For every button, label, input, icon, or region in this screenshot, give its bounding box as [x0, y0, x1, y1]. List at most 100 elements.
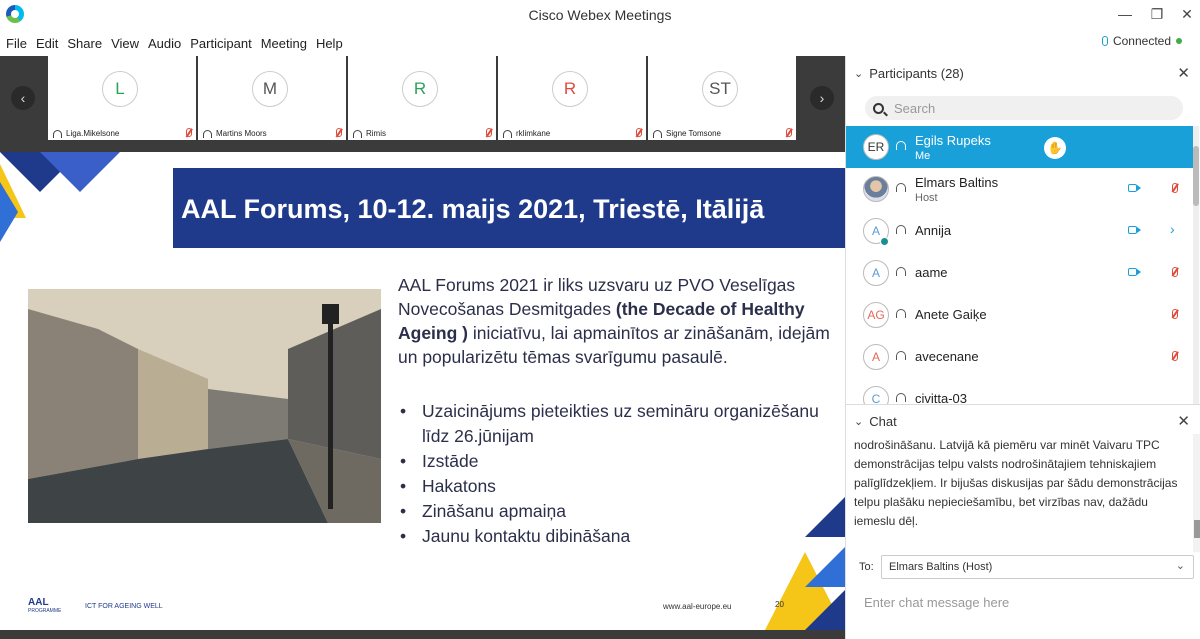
headset-icon	[53, 129, 62, 138]
slide-deco-triangle	[805, 497, 845, 537]
menu-participant[interactable]: Participant	[190, 36, 251, 51]
participant-row[interactable]: Aavecenane	[846, 336, 1194, 378]
raise-hand-icon[interactable]: ✋	[1044, 137, 1066, 159]
avatar: R	[552, 71, 588, 107]
aal-logo: AAL PROGRAMME	[28, 597, 61, 614]
scrollbar-thumb[interactable]	[1193, 146, 1199, 206]
muted-microphone-icon[interactable]	[1172, 267, 1178, 277]
chat-header[interactable]: ⌄ Chat	[854, 414, 897, 429]
connected-dot-icon	[1176, 38, 1182, 44]
participant-search-input[interactable]	[894, 100, 1164, 116]
side-panel: ⌄ Participants (28) ✕ EREgils RupeksMe✋E…	[845, 56, 1200, 639]
chat-recipient-select[interactable]: Elmars Baltins (Host) ⌄	[881, 555, 1194, 579]
thumbnail-name: rklimkane	[516, 129, 551, 138]
menu-share[interactable]: Share	[67, 36, 102, 51]
video-thumbnail[interactable]: ST Signe Tomsone	[648, 56, 796, 140]
video-thumbnail[interactable]: M Martins Moors	[198, 56, 346, 140]
thumbnail-name: Liga.Mikelsone	[66, 129, 120, 138]
participant-name: Anete Gaiķe	[915, 307, 987, 322]
avatar: M	[252, 71, 288, 107]
headset-icon	[896, 225, 906, 234]
menu-view[interactable]: View	[111, 36, 139, 51]
video-thumbnail-strip: ‹ L Liga.Mikelsone M Martins Moors R Rimis Rrk…	[0, 56, 845, 152]
chevron-right-icon[interactable]: ›	[1170, 221, 1175, 237]
participants-header-text: Participants (28)	[869, 66, 964, 81]
muted-microphone-icon	[186, 128, 192, 137]
slide-deco-triangle	[40, 152, 120, 192]
chat-scrollbar[interactable]	[1193, 434, 1200, 552]
connection-status: Connected	[1101, 34, 1182, 48]
muted-microphone-icon	[486, 128, 492, 137]
shared-slide: AAL Forums, 10-12. maijs 2021, Triestē, …	[0, 152, 845, 630]
chat-header-text: Chat	[869, 414, 897, 429]
aal-logo-subtext: PROGRAMME	[28, 608, 62, 614]
participant-row[interactable]: ER Egils Rupeks Me ✋	[846, 126, 1194, 168]
thumbnail-label: Liga.Mikelsone	[53, 129, 193, 138]
bullet-item: Hakatons	[398, 474, 838, 499]
avatar: A	[863, 260, 889, 286]
participant-name: avecenane	[915, 349, 979, 364]
menu-file[interactable]: File	[6, 36, 27, 51]
participant-row[interactable]: AG Anete Gaiķe	[846, 294, 1194, 336]
slide-paragraph: AAL Forums 2021 ir liks uzsvaru uz PVO V…	[398, 273, 838, 369]
video-camera-icon[interactable]	[1128, 268, 1141, 276]
participant-name: Elmars Baltins	[915, 175, 999, 190]
avatar: AG	[863, 302, 889, 328]
chat-scrollbar-thumb[interactable]	[1194, 520, 1200, 538]
video-thumbnail[interactable]: L Liga.Mikelsone	[48, 56, 196, 140]
headset-icon	[896, 309, 906, 318]
avatar: R	[402, 71, 438, 107]
avatar: C	[863, 386, 889, 404]
headset-icon	[203, 129, 212, 138]
menu-audio[interactable]: Audio	[148, 36, 181, 51]
video-camera-icon[interactable]	[1128, 184, 1141, 192]
microphone-icon	[1101, 36, 1108, 46]
bullet-item: Izstāde	[398, 449, 838, 474]
participant-row[interactable]: Ccivitta-03	[846, 378, 1194, 404]
avatar: ER	[863, 134, 889, 160]
strip-next-button[interactable]: ›	[810, 86, 834, 110]
participant-role: Host	[915, 192, 938, 204]
slide-banner: AAL Forums, 10-12. maijs 2021, Triestē, …	[173, 168, 845, 248]
slide-bottom-bar	[0, 630, 845, 639]
participant-row[interactable]: Elmars Baltins Host	[846, 168, 1194, 210]
participant-name: civitta-03	[915, 391, 968, 404]
menu-edit[interactable]: Edit	[36, 36, 58, 51]
avatar: A	[863, 344, 889, 370]
headset-icon	[896, 351, 906, 360]
trieste-canal-photo	[28, 289, 381, 523]
thumbnail-label: Martins Moors	[203, 129, 343, 138]
headset-icon	[896, 141, 906, 150]
restore-button[interactable]: ❐	[1142, 4, 1172, 24]
close-button[interactable]: ✕	[1172, 4, 1200, 24]
video-camera-icon[interactable]	[1128, 226, 1141, 234]
slide-deco-triangle	[805, 590, 845, 630]
muted-microphone-icon	[786, 128, 792, 137]
bullet-item: Zināšanu apmaiņa	[398, 499, 838, 524]
participant-list-scrollbar[interactable]	[1193, 126, 1199, 404]
participant-list: ER Egils Rupeks Me ✋ Elmars Baltins Host A Anni…	[846, 126, 1194, 404]
muted-microphone-icon[interactable]	[1172, 183, 1178, 193]
participants-close-button[interactable]: ✕	[1177, 64, 1190, 82]
muted-microphone-icon[interactable]	[1172, 351, 1178, 361]
menu-meeting[interactable]: Meeting	[261, 36, 307, 51]
headset-icon	[896, 267, 906, 276]
chat-message-input[interactable]	[854, 587, 1192, 617]
menu-help[interactable]: Help	[316, 36, 343, 51]
slide-deco-triangle	[805, 547, 845, 587]
muted-microphone-icon	[336, 128, 342, 137]
chat-close-button[interactable]: ✕	[1177, 412, 1190, 430]
chat-divider	[846, 404, 1200, 405]
strip-prev-button[interactable]: ‹	[11, 86, 35, 110]
video-thumbnail[interactable]: R Rimis	[348, 56, 496, 140]
participants-header[interactable]: ⌄ Participants (28)	[854, 66, 964, 81]
video-thumbnail[interactable]: Rrklimkane	[498, 56, 646, 140]
minimize-button[interactable]: —	[1110, 4, 1140, 24]
avatar: L	[102, 71, 138, 107]
muted-microphone-icon[interactable]	[1172, 309, 1178, 319]
participant-name: Annija	[915, 223, 952, 238]
thumbnail-label: rklimkane	[503, 129, 643, 138]
participant-row[interactable]: Aaame	[846, 252, 1194, 294]
participant-row[interactable]: A Annija ›	[846, 210, 1194, 252]
avatar: ST	[702, 71, 738, 107]
